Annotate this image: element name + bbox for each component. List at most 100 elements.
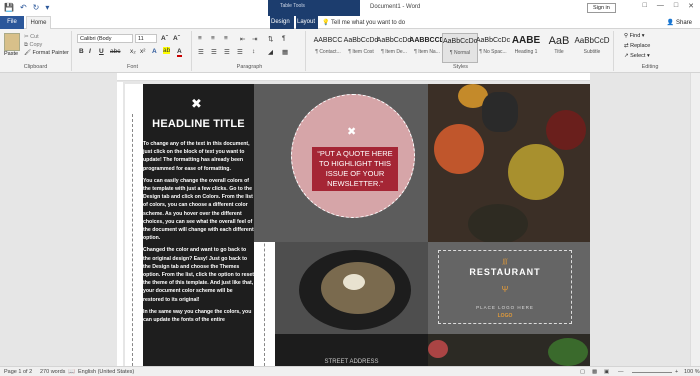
find-button[interactable]: ⚲ Find ▾ (624, 33, 645, 39)
paste-icon[interactable] (4, 33, 20, 51)
right-canvas (590, 73, 700, 366)
styles-label: Styles (453, 64, 468, 70)
select-button[interactable]: ↗ Select ▾ (624, 53, 650, 59)
copy-button[interactable]: ⧉ Copy (24, 41, 42, 49)
align-center-icon[interactable]: ☰ (211, 48, 217, 56)
style-name: Subtitle (583, 49, 601, 55)
zoom-level[interactable]: 100 % (684, 369, 700, 375)
tab-layout[interactable]: Layout (296, 16, 318, 29)
sign-in-button[interactable]: Sign in (587, 3, 616, 13)
numbering-icon[interactable]: ≡ (211, 35, 215, 42)
paste-button[interactable]: Paste (4, 51, 18, 57)
customize-qat-icon[interactable]: ▾ (45, 3, 49, 12)
style-item-cost[interactable]: AaBbCcDd ¶ Item Cost (343, 33, 379, 63)
align-right-icon[interactable]: ☰ (224, 48, 230, 56)
bullets-icon[interactable]: ≡ (198, 35, 202, 42)
tell-me-box[interactable]: 💡 Tell me what you want to do (322, 19, 405, 26)
increase-indent-icon[interactable]: ⇥ (252, 35, 257, 43)
replace-button[interactable]: ⇄ Replace (624, 43, 650, 49)
style-item-name[interactable]: AABBCCD ¶ Item Na... (409, 33, 445, 63)
page-count[interactable]: Page 1 of 2 (4, 369, 32, 375)
undo-icon[interactable]: ↶ (20, 3, 27, 12)
ribbon-display-icon[interactable]: □ (643, 2, 647, 10)
street-address[interactable]: STREET ADDRESS (325, 359, 379, 365)
underline-button[interactable]: U (99, 48, 104, 55)
word-count[interactable]: 270 words (40, 369, 65, 375)
font-color-icon[interactable]: A (177, 48, 182, 57)
save-icon[interactable]: 💾 (4, 3, 14, 12)
style-preview: AaBbCcDd (376, 37, 412, 44)
editing-label: Editing (641, 64, 659, 70)
style-contact[interactable]: AABBCC ¶ Contact... (310, 33, 346, 63)
superscript-icon[interactable]: x² (140, 48, 145, 55)
read-mode-icon[interactable]: ▢ (580, 369, 585, 375)
sidebar-text-column[interactable]: ✖ HEADLINE TITLE To change any of the te… (143, 84, 254, 366)
body-paragraph[interactable]: You can easily change the overall colors… (143, 177, 254, 243)
borders-icon[interactable]: ▦ (282, 48, 288, 56)
body-paragraph[interactable]: To change any of the text in this docume… (143, 140, 254, 173)
decrease-indent-icon[interactable]: ⇤ (240, 35, 245, 43)
style-subtitle[interactable]: AaBbCcD Subtitle (574, 33, 610, 63)
font-name-select[interactable]: Calibri (Body (77, 34, 133, 43)
bold-button[interactable]: B (79, 48, 84, 55)
steam-icon: ∫∫∫ (502, 259, 508, 265)
subscript-icon[interactable]: x₂ (130, 48, 136, 55)
restaurant-name[interactable]: RESTAURANT (439, 267, 571, 277)
align-left-icon[interactable]: ☰ (198, 48, 204, 56)
shrink-font-icon[interactable]: Aˇ (173, 35, 180, 42)
style-item-desc[interactable]: AaBbCcDd ¶ Item De... (376, 33, 412, 63)
tab-file[interactable]: File (0, 16, 24, 29)
style-preview: AABBCC (313, 37, 343, 44)
grow-font-icon[interactable]: Aˆ (161, 35, 168, 42)
language[interactable]: English (United States) (78, 369, 134, 375)
italic-button[interactable]: I (89, 48, 91, 55)
share-button[interactable]: 👤 Share (667, 19, 692, 26)
redo-icon[interactable]: ↻ (33, 3, 40, 12)
print-layout-icon[interactable]: ▩ (592, 369, 597, 375)
justify-icon[interactable]: ☰ (237, 48, 243, 56)
status-bar: Page 1 of 2 270 words 📖 English (United … (0, 366, 700, 376)
proofing-icon[interactable]: 📖 (68, 369, 75, 375)
zoom-in-icon[interactable]: + (675, 369, 678, 375)
font-size-select[interactable]: 11 (135, 34, 157, 43)
maximize-icon[interactable]: □ (674, 2, 678, 10)
vertical-scrollbar[interactable] (690, 73, 700, 366)
close-icon[interactable]: ✕ (688, 2, 694, 10)
body-paragraph[interactable]: In the same way you change the colors, y… (143, 308, 254, 324)
style-no-spacing[interactable]: AaBbCcDc ¶ No Spac... (475, 33, 511, 63)
web-layout-icon[interactable]: ▣ (604, 369, 609, 375)
minimize-icon[interactable]: — (657, 2, 664, 10)
multilevel-list-icon[interactable]: ≡ (224, 35, 228, 42)
pull-quote[interactable]: “PUT A QUOTE HERE TO HIGHLIGHT THIS ISSU… (312, 147, 398, 191)
style-preview: AaB (548, 35, 570, 47)
line-spacing-icon[interactable]: ↕ (252, 48, 255, 55)
body-paragraph[interactable]: Changed the color and want to go back to… (143, 246, 254, 303)
logo-placeholder[interactable]: ∫∫∫ RESTAURANT Ψ PLACE LOGO HERE LOGO (438, 250, 572, 324)
vertical-ruler[interactable] (117, 82, 123, 366)
horizontal-ruler[interactable] (117, 73, 590, 81)
place-logo-text[interactable]: PLACE LOGO HERE (439, 305, 571, 310)
herbs-image (548, 338, 588, 366)
strikethrough-icon[interactable]: abc (110, 48, 120, 55)
format-painter-button[interactable]: 🖌 Format Painter (24, 49, 69, 57)
shading-icon[interactable]: ◢ (268, 48, 273, 56)
headline-title[interactable]: HEADLINE TITLE (143, 118, 254, 130)
body-text[interactable]: To change any of the text in this docume… (143, 140, 254, 328)
style-normal[interactable]: AaBbCcDc ¶ Normal (442, 33, 478, 63)
style-title[interactable]: AaB Title (541, 33, 577, 63)
show-marks-icon[interactable]: ¶ (282, 35, 286, 42)
tab-design[interactable]: Design (270, 16, 294, 29)
spice-bowl-image (546, 110, 586, 150)
style-heading-1[interactable]: AABE Heading 1 (508, 33, 544, 63)
table-tools-context: Table Tools (268, 0, 360, 16)
sort-icon[interactable]: ⇅ (268, 35, 273, 43)
ribbon-tabs: File Home Design Layout 💡 Tell me what y… (0, 16, 700, 29)
zoom-slider[interactable] (632, 372, 672, 373)
highlight-icon[interactable]: ab (163, 47, 171, 54)
text-effects-icon[interactable]: A (152, 48, 157, 55)
quote-circle: ✖ “PUT A QUOTE HERE TO HIGHLIGHT THIS IS… (291, 94, 415, 218)
tab-home[interactable]: Home (26, 16, 51, 29)
document-page[interactable]: ✖ HEADLINE TITLE To change any of the te… (125, 84, 590, 366)
cut-button[interactable]: ✂ Cut (24, 33, 39, 41)
zoom-out-icon[interactable]: — (618, 369, 624, 375)
